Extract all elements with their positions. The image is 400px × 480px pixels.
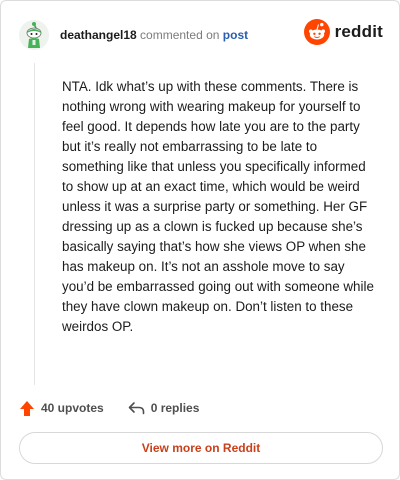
reply-count: 0 replies xyxy=(150,401,200,415)
action-text: commented on xyxy=(140,28,220,42)
comment-meta: deathangel18 commented on post xyxy=(60,28,248,42)
comment-header: deathangel18 commented on post reddit xyxy=(19,17,383,53)
post-link[interactable]: post xyxy=(223,28,248,42)
upvote-button[interactable]: 40 upvotes xyxy=(19,400,104,417)
reddit-wordmark: reddit xyxy=(334,22,383,41)
upvote-count: 40 upvotes xyxy=(41,401,104,415)
snoo-avatar-icon[interactable] xyxy=(19,20,49,50)
username-link[interactable]: deathangel18 xyxy=(60,28,137,42)
reply-arrow-icon xyxy=(128,402,145,415)
thread-line xyxy=(34,63,35,385)
upvote-arrow-icon xyxy=(20,400,34,416)
reddit-logo[interactable]: reddit xyxy=(303,19,383,45)
replies-button[interactable]: 0 replies xyxy=(128,401,200,415)
reddit-alien-icon xyxy=(303,19,330,45)
comment-body: NTA. Idk what’s up with these comments. … xyxy=(62,79,374,334)
comment-embed-card: deathangel18 commented on post reddit NT… xyxy=(0,0,400,480)
comment-actions: 40 upvotes 0 replies xyxy=(19,397,199,419)
view-more-button[interactable]: View more on Reddit xyxy=(19,432,383,464)
